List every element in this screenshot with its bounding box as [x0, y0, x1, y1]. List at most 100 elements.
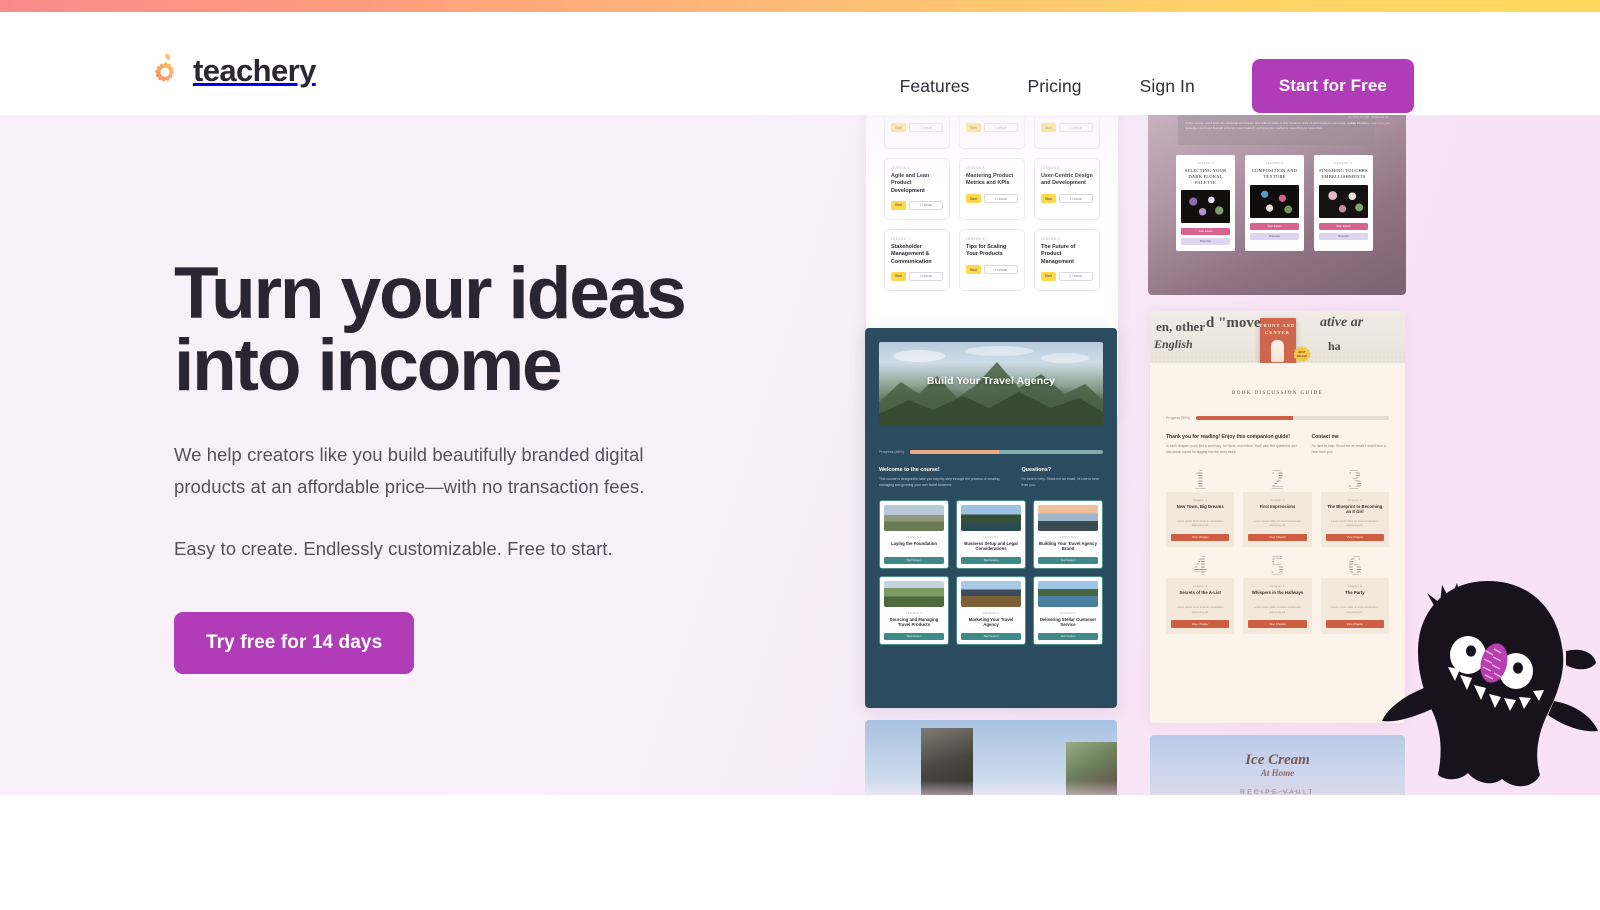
lesson-tag: LESSON 5 — [966, 166, 985, 170]
start-button[interactable]: Start — [966, 123, 981, 132]
start-button[interactable]: Start — [1041, 271, 1056, 281]
list-item[interactable]: LESSON 3 Roadmap Planning and Prioritiza… — [1034, 115, 1100, 149]
lesson-count[interactable]: 1 Lesson — [983, 123, 1018, 132]
list-item[interactable]: LESSON 6 User-Centric Design and Develop… — [1034, 158, 1100, 220]
lesson-count[interactable]: 1 Lesson — [1058, 123, 1093, 132]
chapter-desc: Lorem ipsum dolor sit amet consectetur a… — [1253, 606, 1302, 614]
start-lesson-button[interactable]: Start lesson — [961, 632, 1021, 640]
list-item[interactable]: LESSON 7 Stakeholder Management & Commun… — [884, 229, 950, 291]
start-button[interactable]: Start — [891, 200, 906, 210]
list-item[interactable]: LESSON 8 Tips for Scaling Your Products … — [959, 229, 1025, 291]
list-item[interactable]: LESSON 3 FINISHING TOUCHES EMBELLISHMENT… — [1314, 155, 1373, 251]
list-item[interactable]: LESSON 1 Laying the Foundation Start les… — [879, 499, 949, 569]
list-item[interactable]: 4 Chapter 4 Secrets of the A-List Lorem … — [1166, 553, 1235, 634]
list-item[interactable]: LESSON 2 Business Setup and Legal Consid… — [956, 499, 1026, 569]
book-intro-columns: Thank you for reading! Enjoy this compan… — [1166, 434, 1389, 456]
lesson-title: Tips for Scaling Your Products — [966, 244, 1007, 258]
start-lesson-button[interactable]: Start lesson — [1038, 632, 1098, 640]
list-item[interactable]: 1 Chapter 1 New Town, Big Dreams Lorem i… — [1166, 466, 1235, 548]
start-button[interactable]: Start — [891, 271, 906, 281]
chapter-number: 5 — [1243, 553, 1311, 581]
start-button[interactable]: Start — [1041, 194, 1056, 203]
lesson-count[interactable]: 1 Lesson — [1058, 194, 1093, 203]
lesson-photo — [961, 580, 1021, 607]
list-item[interactable]: LESSON 6 Delivering Stellar Customer Ser… — [1033, 575, 1103, 645]
floral-side-text: I'm here to help. Shoot me an email, I'd… — [1348, 115, 1392, 125]
list-item[interactable]: LESSON 1 SELECTING YOUR DARK FLORAL PALE… — [1176, 155, 1235, 251]
view-chapter-button[interactable]: View Chapter — [1171, 620, 1230, 628]
main-nav: Features Pricing Sign In Start for Free — [900, 59, 1414, 113]
lesson-actions: Start 1 Lesson — [1041, 271, 1093, 281]
view-chapter-button[interactable]: View Chapter — [1248, 533, 1307, 542]
list-item[interactable]: 5 Chapter 5 Whispers in the Hallways Lor… — [1243, 553, 1312, 634]
lesson-title: Stakeholder Management & Communication — [891, 244, 932, 265]
lesson-count[interactable]: 1 Lesson — [1058, 271, 1093, 281]
list-item[interactable]: 2 Chapter 2 First Impressions Lorem ipsu… — [1243, 466, 1312, 548]
view-chapter-button[interactable]: View Chapter — [1171, 533, 1230, 542]
chapter-title: New Town, Big Dreams — [1176, 503, 1224, 509]
lesson-count[interactable]: 1 Lesson — [983, 194, 1018, 203]
ice-cream-card[interactable]: Ice Cream At Home RECIPE VAULT — [1150, 735, 1405, 795]
list-item[interactable]: LESSON 2 COMPOSITION AND TEXTURE Start l… — [1245, 155, 1304, 251]
start-button[interactable]: Start — [891, 123, 906, 132]
lesson-title: FINISHING TOUCHES EMBELLISHMENTS — [1319, 168, 1368, 179]
logo-link[interactable]: teachery — [148, 52, 316, 90]
list-item[interactable]: LESSON 5 Marketing Your Travel Agency St… — [956, 575, 1026, 645]
start-button[interactable]: Start — [1041, 123, 1056, 132]
lesson-title: Business Setup and Legal Considerations — [964, 540, 1018, 552]
travel-course-title: Build Your Travel Agency — [926, 375, 1056, 387]
book-guide-card[interactable]: en, other English d "move la ative ar ha… — [1150, 311, 1405, 723]
lesson-count[interactable]: 1 Lesson — [908, 200, 943, 210]
lesson-count[interactable]: 1 Lesson — [983, 265, 1018, 274]
ice-cream-title-line-2: At Home — [1260, 768, 1295, 778]
chapter-number: 4 — [1166, 553, 1234, 581]
list-item[interactable]: 3 Chapter 3 The Blueprint to Becoming an… — [1320, 466, 1389, 548]
materials-button[interactable]: Materials — [1181, 237, 1230, 245]
materials-button[interactable]: Materials — [1250, 233, 1299, 240]
start-lesson-button[interactable]: Start lesson — [961, 556, 1021, 564]
lesson-tag: LESSON 3 — [1335, 161, 1352, 165]
start-lesson-button[interactable]: Start lesson — [1181, 227, 1230, 235]
travel-course-card[interactable]: Build Your Travel Agency Progress (46%) … — [865, 328, 1117, 708]
view-chapter-button[interactable]: View Chapter — [1325, 533, 1384, 542]
nav-item-features[interactable]: Features — [900, 76, 999, 97]
workshop-course-card[interactable] — [865, 720, 1117, 795]
lesson-tag: LESSON 9 — [1041, 237, 1060, 241]
lesson-tag: LESSON 2 — [1266, 161, 1283, 165]
try-free-button[interactable]: Try free for 14 days — [174, 611, 415, 674]
lesson-count[interactable]: 1 Lesson — [908, 123, 943, 132]
list-item[interactable]: LESSON 4 Agile and Lean Product Developm… — [884, 158, 950, 220]
floral-intro-note: In this course, you'll learn the essenti… — [1178, 115, 1375, 145]
contact-heading: Contact me — [1311, 434, 1339, 440]
list-item[interactable]: LESSON 4 Sourcing and Managing Travel Pr… — [879, 575, 949, 645]
badge-text: BEST SELLER — [1296, 351, 1308, 358]
start-lesson-button[interactable]: Start lesson — [884, 632, 944, 640]
list-item[interactable]: LESSON 5 Mastering Product Metrics and K… — [959, 158, 1025, 220]
list-item[interactable]: LESSON 3 Building Your Travel Agency Bra… — [1033, 499, 1103, 569]
list-item[interactable]: LESSON 9 The Future of Product Managemen… — [1034, 229, 1100, 291]
lesson-title: Building Your Travel Agency Brand — [1039, 540, 1097, 552]
nav-item-pricing[interactable]: Pricing — [998, 76, 1110, 97]
lesson-actions: Start 1 Lesson — [891, 271, 943, 281]
welcome-heading: Welcome to the course! — [879, 467, 940, 473]
lesson-tag: LESSON 3 — [1059, 534, 1077, 539]
start-lesson-button[interactable]: Start lesson — [1250, 223, 1299, 230]
nav-item-sign-in[interactable]: Sign In — [1111, 76, 1224, 97]
materials-button[interactable]: Materials — [1319, 233, 1368, 240]
lesson-photo — [884, 504, 944, 531]
lesson-tag: LESSON 1 — [1197, 161, 1214, 165]
list-item[interactable]: LESSON 2 Deep Diving into Market Researc… — [959, 115, 1025, 149]
view-chapter-button[interactable]: View Chapter — [1248, 620, 1307, 628]
lesson-count[interactable]: 1 Lesson — [908, 271, 943, 281]
start-lesson-button[interactable]: Start lesson — [884, 556, 944, 564]
start-for-free-button[interactable]: Start for Free — [1251, 59, 1414, 113]
list-item[interactable]: LESSON 1 The Product Manager's Mindset S… — [884, 115, 950, 149]
book-cover: FRONT AND CENTER AUTHOR NAME — [1259, 318, 1296, 363]
start-lesson-button[interactable]: Start lesson — [1038, 556, 1098, 564]
start-button[interactable]: Start — [966, 194, 981, 203]
page-title: Turn your ideas into income — [174, 257, 794, 403]
floral-course-card[interactable]: In this course, you'll learn the essenti… — [1148, 115, 1406, 295]
start-button[interactable]: Start — [966, 265, 981, 274]
chapter-tag: Chapter 4 — [1192, 585, 1208, 589]
start-lesson-button[interactable]: Start lesson — [1319, 223, 1368, 230]
